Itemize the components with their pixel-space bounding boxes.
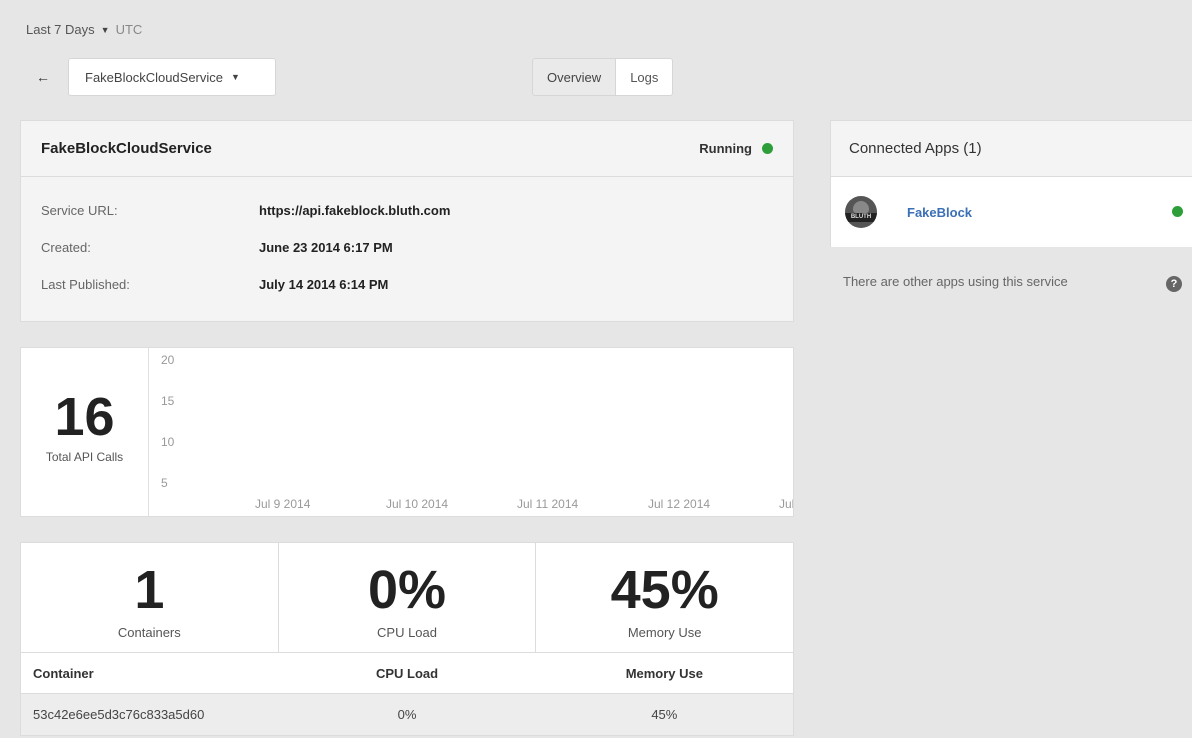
service-title: FakeBlockCloudService [41,140,212,157]
y-tick-label: 5 [161,476,168,490]
detail-value: July 14 2014 6:14 PM [259,277,389,292]
x-tick-label: Jul 12 2014 [648,497,710,511]
detail-row-created: Created: June 23 2014 6:17 PM [41,240,773,277]
y-tick-label: 15 [161,394,175,408]
connected-apps-panel: Connected Apps (1) BLUTH FakeBlock [830,120,1192,247]
list-item[interactable]: BLUTH FakeBlock [831,177,1192,247]
chevron-down-icon: ▼ [100,24,110,35]
x-tick-label: Jul [779,497,793,511]
status-dot-icon [762,143,773,154]
detail-label: Last Published: [41,277,130,292]
api-calls-label: Total API Calls [45,450,124,464]
x-tick-label: Jul 11 2014 [517,497,578,511]
cell-cpu-load: 0% [397,707,417,722]
service-info-panel: FakeBlockCloudService Running Service UR… [20,120,794,322]
date-range-label[interactable]: Last 7 Days [26,22,95,37]
service-select[interactable]: FakeBlockCloudService ▼ [68,58,276,96]
stat-memory-use: 45% Memory Use [536,543,793,652]
avatar-face-icon [853,201,869,213]
detail-label: Service URL: [41,203,118,218]
connected-apps-title: Connected Apps (1) [831,121,1192,177]
cell-container-id: 53c42e6ee5d3c76c833a5d60 [33,707,205,722]
chevron-down-icon: ▼ [231,72,240,82]
api-calls-chart: 20 15 10 5 Jul 9 2014 Jul 10 2014 Jul 11 2014 J… [161,353,793,511]
status-label: Running [699,141,752,156]
api-calls-total: 16 Total API Calls [21,348,149,516]
stat-label: Containers [117,625,181,640]
stat-cpu-load: 0% CPU Load [279,543,537,652]
timezone-label: UTC [115,22,143,37]
api-calls-panel: 16 Total API Calls 20 15 10 5 Jul 9 2014 Jul … [20,347,794,517]
tab-overview[interactable]: Overview [532,58,617,96]
y-tick-label: 20 [161,353,175,367]
container-stats-panel: 1 Containers 0% CPU Load 45% Memory Use … [20,542,794,736]
view-tabs: Overview Logs [532,58,674,96]
stat-label: Memory Use [627,625,702,640]
service-status: Running [699,141,773,156]
back-arrow-icon[interactable]: ← [36,69,50,85]
stat-containers: 1 Containers [21,543,279,652]
column-header-container[interactable]: Container [21,666,278,681]
other-apps-note: There are other apps using this service [843,274,1068,289]
api-calls-count: 16 [54,387,115,447]
table-header: Container CPU Load Memory Use [21,653,793,694]
y-tick-label: 10 [161,435,175,449]
date-range-selector[interactable]: Last 7 Days ▼ UTC [26,22,142,37]
app-link[interactable]: FakeBlock [907,205,972,220]
cell-memory-use: 45% [651,707,678,722]
service-info-header: FakeBlockCloudService Running [21,121,793,177]
x-tick-label: Jul 10 2014 [386,497,448,511]
stat-label: CPU Load [377,625,437,640]
detail-value: https://api.fakeblock.bluth.com [259,203,451,218]
stat-value: 0% [367,560,447,620]
help-icon[interactable]: ? [1166,276,1182,292]
app-avatar: BLUTH [845,196,877,228]
table-row[interactable]: 53c42e6ee5d3c76c833a5d60 0% 45% [21,694,793,735]
tab-logs[interactable]: Logs [616,58,674,96]
column-header-cpu[interactable]: CPU Load [278,666,535,681]
column-header-memory[interactable]: Memory Use [536,666,793,681]
stat-value: 1 [134,560,165,620]
avatar-text: BLUTH [850,214,872,220]
detail-row-service-url: Service URL: https://api.fakeblock.bluth… [41,203,773,240]
detail-value: June 23 2014 6:17 PM [259,240,393,255]
detail-label: Created: [41,240,91,255]
stat-value: 45% [610,560,719,620]
detail-row-last-published: Last Published: July 14 2014 6:14 PM [41,277,773,314]
app-status-dot-icon [1172,206,1183,217]
x-tick-label: Jul 9 2014 [255,497,311,511]
service-select-value: FakeBlockCloudService [85,69,224,85]
